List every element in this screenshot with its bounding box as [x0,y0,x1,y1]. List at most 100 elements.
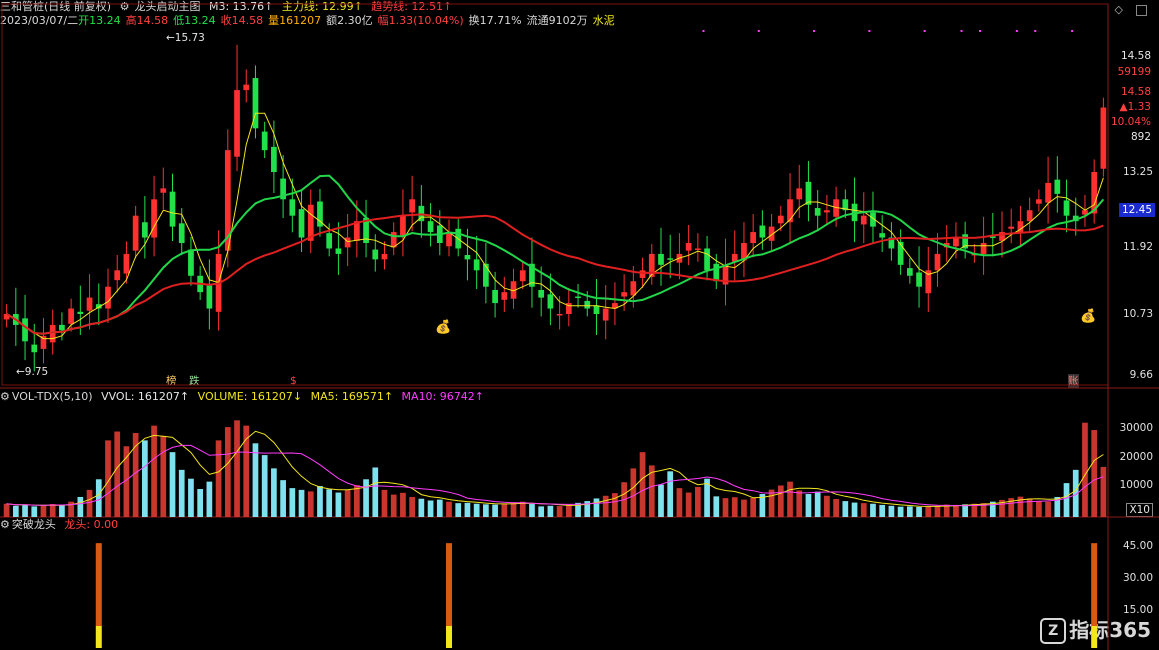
candle-body [953,237,959,247]
volume-bar [77,496,84,517]
volume-bar [390,494,397,517]
candle-body [105,286,111,309]
volume-bar [529,504,535,517]
candle-body [934,253,941,271]
candle-body [483,263,489,287]
signal-dot [813,30,816,32]
volume-bar [851,502,858,517]
signal-dot [757,30,760,32]
candle-body [1054,179,1061,194]
volume-bar [169,452,176,517]
candle-body [584,300,591,309]
candle-body [1008,226,1015,229]
signal-dot [923,30,926,32]
candle-body [1063,200,1070,216]
volume-bar [344,489,351,517]
candle-body [427,221,434,233]
volume-bar [326,489,333,517]
volume-bar [953,504,959,517]
volume-bar [363,479,369,517]
candle-body [1026,210,1033,222]
volume-bar [31,506,38,517]
volume-bar [307,491,314,517]
volume-bar [547,505,554,517]
volume-bar [741,499,747,517]
volume-bar [114,431,121,517]
signal-spike [1091,543,1098,626]
candle-body [824,210,830,213]
candle-body [750,232,757,243]
volume-bar [3,503,10,517]
volume-bar [455,503,462,517]
volume-bar [593,498,600,517]
candle-body [49,324,56,343]
volume-bar [556,506,563,517]
volume-bar [860,503,867,517]
volume-bar [446,501,452,517]
candle-body [759,225,766,238]
volume-bar [630,468,637,517]
candle-body [1036,199,1042,204]
candle-body [704,248,710,271]
volume-bar [501,504,508,517]
volume-bar [805,494,812,517]
price-panel-frame [1,3,1109,386]
candle-body [796,188,803,200]
volume-bar [86,489,93,517]
volume-bar [1082,422,1088,517]
candle-body [860,215,867,225]
volume-bar [934,505,941,517]
candle-body [1017,221,1024,234]
candle-body [556,314,563,316]
candle-body [787,199,793,223]
candle-body [519,270,526,282]
volume-bar [353,485,360,517]
volume-bar [602,495,609,517]
candle-body [906,268,913,276]
candle-body [1045,182,1051,203]
volume-bar [612,493,618,517]
volume-bar [888,505,895,517]
signal-spike [95,543,102,626]
volume-bar [298,489,305,517]
volume-bar [49,504,56,517]
candle-body [916,272,922,287]
stock-chart[interactable]: 💰💰 [0,0,1159,650]
volume-bar [464,502,471,517]
volume-bar [473,503,480,517]
volume-bar [12,505,19,517]
volume-bar [160,435,167,517]
candle-body [409,199,415,213]
candle-body [980,243,987,254]
signal-dot [702,30,705,32]
volume-bar [197,489,204,517]
volume-bar [925,506,932,517]
candle-body [326,233,333,249]
candle-body [344,237,351,248]
volume-bar [676,488,683,517]
volume-bar [685,492,692,517]
candle-body [695,248,701,250]
candle-body [897,241,904,265]
money-bag-icon: 💰 [1080,308,1096,324]
volume-bar [777,485,784,517]
volume-bar [768,489,775,517]
candle-body [298,209,305,238]
signal-spike-base [1091,626,1098,648]
volume-bar [206,481,213,517]
volume-bar [289,488,296,517]
volume-bar [234,420,240,517]
volume-bar [713,496,720,517]
volume-bar [151,425,157,517]
volume-bar [436,499,443,517]
volume-bar [280,480,286,517]
volume-bar [565,504,572,517]
candle-body [372,249,379,260]
candle-body [132,215,139,251]
candle-body [602,308,609,321]
volume-bar [897,506,904,517]
signal-spike-base [95,626,102,648]
candle-body [658,253,664,265]
volume-bar [722,498,729,517]
candle-body [206,285,213,309]
